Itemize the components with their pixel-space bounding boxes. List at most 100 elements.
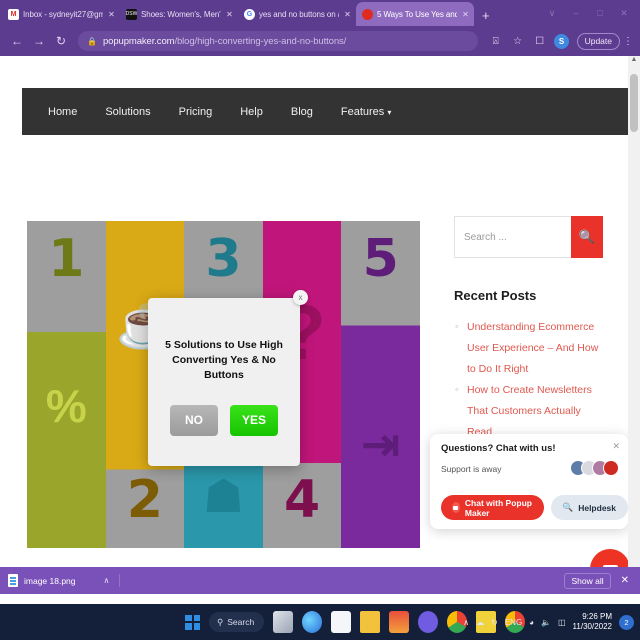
search-icon[interactable]: 🔍 — [571, 216, 603, 258]
downloads-bar-actions: Show all ✕ — [564, 572, 632, 589]
ghost-icon[interactable] — [418, 611, 439, 633]
browser-tab-1[interactable]: M Inbox - sydneyit27@gmail.com ✕ — [2, 2, 120, 26]
site-nav-solutions[interactable]: Solutions — [91, 106, 164, 118]
maximize-icon[interactable]: □ — [588, 0, 612, 26]
sync-icon[interactable]: ↻ — [491, 618, 498, 627]
popup-modal: x 5 Solutions to Use High Converting Yes… — [148, 290, 308, 466]
widgets-icon[interactable] — [273, 611, 294, 633]
url-path: /blog/high-converting-yes-and-no-buttons… — [174, 35, 347, 47]
tab-close-icon[interactable]: ✕ — [225, 10, 234, 19]
yes-button[interactable]: YES — [230, 404, 278, 436]
search-input[interactable]: Search ... — [454, 216, 571, 258]
browser-tab-3[interactable]: G yes and no buttons on a website ✕ — [238, 2, 356, 26]
browser-tab-strip: M Inbox - sydneyit27@gmail.com ✕ DSW Sho… — [0, 0, 640, 26]
tab-title: 5 Ways To Use Yes and No Butto — [377, 9, 457, 19]
site-nav-pricing[interactable]: Pricing — [165, 106, 227, 118]
language-indicator[interactable]: ENG — [505, 618, 522, 627]
new-tab-button[interactable]: + — [474, 8, 498, 26]
recent-posts-heading: Recent Posts — [454, 288, 537, 303]
tab-close-icon[interactable]: ✕ — [343, 10, 352, 19]
google-icon: G — [244, 8, 255, 20]
edge-icon[interactable] — [302, 611, 323, 633]
hero-number: 4 — [283, 470, 321, 530]
lock-icon: 🔒 — [87, 36, 97, 46]
scroll-up-icon[interactable]: ▲ — [628, 56, 640, 68]
taskbar-clock[interactable]: 9:26 PM 11/30/2022 — [573, 612, 612, 632]
site-nav-help[interactable]: Help — [226, 106, 277, 118]
chevron-up-icon[interactable]: ∧ — [104, 576, 110, 585]
tab-search-chevron-icon[interactable]: ∨ — [540, 0, 564, 26]
taskbar-search-label: Search — [227, 617, 255, 627]
forward-icon[interactable]: → — [28, 30, 50, 52]
exit-icon: ⇥ — [361, 418, 400, 470]
update-button[interactable]: Update — [576, 32, 620, 50]
hero-number: 1 — [48, 229, 85, 289]
url-domain: popupmaker.com — [102, 35, 175, 47]
helpdesk-button[interactable]: 🔍 Helpdesk — [550, 495, 628, 520]
address-bar[interactable]: 🔒 popupmaker.com/blog/high-converting-ye… — [78, 31, 478, 51]
close-window-icon[interactable]: ✕ — [612, 0, 636, 26]
tab-title: Shoes: Women's, Men's & Kids S — [141, 9, 221, 19]
search-icon: ⚲ — [217, 616, 224, 627]
page-viewport: Home Solutions Pricing Help Blog Feature… — [0, 56, 640, 567]
downloads-bar: image 18.png ∧ Show all ✕ — [0, 567, 640, 594]
site-nav-blog[interactable]: Blog — [277, 106, 327, 118]
support-avatars — [570, 460, 619, 476]
reload-icon[interactable]: ↻ — [50, 30, 72, 52]
site-nav-home[interactable]: Home — [34, 106, 91, 118]
volume-icon[interactable]: 🔈 — [541, 618, 551, 627]
hero-number: 5 — [362, 229, 399, 289]
browser-tab-2[interactable]: DSW Shoes: Women's, Men's & Kids S ✕ — [120, 2, 238, 26]
chat-widget: Questions? Chat with us! ✕ Support is aw… — [430, 434, 628, 529]
windows-start-icon[interactable] — [185, 614, 200, 630]
address-bar-url: popupmaker.com/blog/high-converting-yes-… — [103, 36, 346, 47]
tab-close-icon[interactable]: ✕ — [461, 10, 470, 19]
popup-modal-actions: NO YES — [148, 404, 300, 436]
avatar[interactable]: S — [552, 31, 572, 51]
page-scrollbar[interactable]: ▲ — [628, 56, 640, 567]
site-navigation: Home Solutions Pricing Help Blog Feature… — [22, 88, 628, 135]
browser-tab-4-active[interactable]: 5 Ways To Use Yes and No Butto ✕ — [356, 2, 474, 26]
taskbar-search[interactable]: ⚲ Search — [209, 612, 265, 632]
back-icon[interactable]: ← — [6, 30, 28, 52]
show-all-downloads-button[interactable]: Show all — [564, 572, 611, 589]
screen: M Inbox - sydneyit27@gmail.com ✕ DSW Sho… — [0, 0, 640, 640]
cloud-icon[interactable]: ☁ — [476, 618, 484, 627]
no-button[interactable]: NO — [170, 404, 218, 436]
notifications-badge[interactable]: 2 — [619, 614, 634, 630]
popup-modal-title: 5 Solutions to Use High Converting Yes &… — [165, 339, 283, 382]
recent-posts-list: Understanding Ecommerce User Experience … — [454, 317, 604, 443]
star-icon[interactable]: ☆ — [508, 31, 528, 51]
list-item[interactable]: Understanding Ecommerce User Experience … — [454, 317, 604, 380]
battery-icon[interactable]: ◫ — [558, 618, 566, 627]
file-explorer-icon[interactable] — [360, 611, 381, 633]
close-icon[interactable]: x — [293, 290, 308, 305]
chat-with-popup-maker-button[interactable]: Chat with Popup Maker — [441, 495, 544, 520]
dsw-icon: DSW — [126, 8, 137, 20]
store-icon[interactable] — [331, 611, 352, 633]
tab-close-icon[interactable]: ✕ — [107, 10, 116, 19]
image-file-icon — [8, 574, 18, 587]
sidebar-search: Search ... 🔍 — [454, 216, 603, 258]
site-nav-features-label: Features — [340, 105, 385, 118]
chat-widget-title: Questions? Chat with us! — [441, 443, 556, 454]
close-downloads-bar-icon[interactable]: ✕ — [621, 575, 632, 586]
download-item[interactable]: image 18.png ∧ — [8, 574, 121, 587]
kebab-menu-icon[interactable]: ⋮ — [622, 36, 634, 47]
hero-column-5: 5 ⇥ — [341, 221, 420, 548]
share-icon[interactable]: ⍓ — [486, 31, 506, 51]
chat-widget-actions: Chat with Popup Maker 🔍 Helpdesk — [441, 495, 628, 520]
close-icon[interactable]: ✕ — [612, 441, 620, 452]
helpdesk-button-label: Helpdesk — [578, 502, 616, 513]
search-icon: 🔍 — [562, 502, 574, 512]
wifi-icon[interactable]: ◕ — [529, 618, 534, 627]
tray-overflow-icon[interactable]: ∧ — [463, 618, 469, 627]
window-controls: ∨ – □ ✕ — [540, 0, 636, 26]
profile-initial: S — [554, 33, 570, 49]
site-nav-features[interactable]: Features ▾ — [327, 106, 405, 118]
scrollbar-thumb[interactable] — [630, 74, 638, 132]
photos-icon[interactable] — [389, 611, 410, 633]
cast-icon[interactable]: ☐ — [530, 31, 550, 51]
bell-icon: ☗ — [202, 470, 245, 522]
minimize-icon[interactable]: – — [564, 0, 588, 26]
